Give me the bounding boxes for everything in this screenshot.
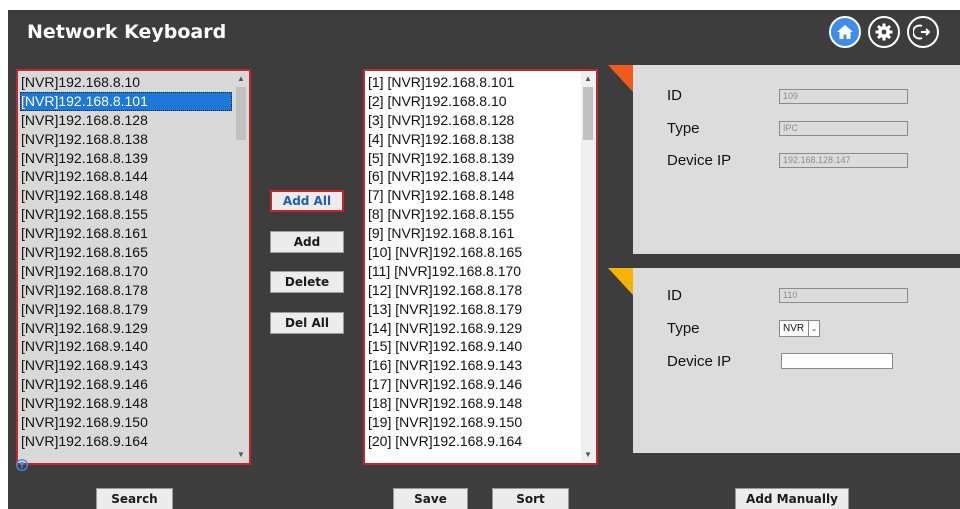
panel2-corner-marker (608, 268, 633, 295)
del-all-button[interactable]: Del All (270, 312, 344, 334)
added-device-list[interactable]: [1] [NVR]192.168.8.101 [2] [NVR]192.168.8… (363, 69, 598, 465)
type-field: IPC (779, 121, 908, 136)
sort-button[interactable]: Sort (492, 488, 569, 509)
device-list-items: [NVR]192.168.8.10 [NVR]192.168.8.101 [NVR]… (20, 73, 232, 461)
list-item[interactable]: [NVR]192.168.9.150 (20, 413, 232, 432)
search-button[interactable]: Search (96, 488, 173, 509)
logout-icon (913, 24, 931, 40)
id-label: ID (667, 87, 682, 104)
home-icon (837, 25, 853, 39)
logout-button[interactable] (907, 16, 939, 48)
top-toolbar (829, 16, 939, 48)
list-item[interactable]: [3] [NVR]192.168.8.128 (367, 111, 579, 130)
add-button[interactable]: Add (270, 231, 344, 253)
settings-button[interactable] (868, 16, 900, 48)
type-select-value: NVR (783, 323, 805, 334)
list-item[interactable]: [NVR]192.168.8.138 (20, 130, 232, 149)
list-item[interactable]: [13] [NVR]192.168.8.179 (367, 300, 579, 319)
list-item[interactable]: [NVR]192.168.8.155 (20, 205, 232, 224)
manual-add-panel: ID 110 Type NVR ⌄ Device IP (633, 268, 960, 453)
chevron-down-icon[interactable]: ⌄ (808, 321, 819, 336)
device-ip-label: Device IP (667, 353, 732, 370)
list-item[interactable]: [10] [NVR]192.168.8.165 (367, 243, 579, 262)
list-item[interactable]: [NVR]192.168.8.144 (20, 167, 232, 186)
help-icon[interactable] (16, 459, 28, 471)
device-ip-label: Device IP (667, 152, 732, 169)
list-item[interactable]: [NVR]192.168.8.179 (20, 300, 232, 319)
add-manually-button[interactable]: Add Manually (735, 488, 849, 509)
device-list[interactable]: [NVR]192.168.8.10 [NVR]192.168.8.101 [NVR]… (16, 69, 251, 465)
home-button[interactable] (829, 16, 861, 48)
list-item[interactable]: [NVR]192.168.8.128 (20, 111, 232, 130)
device-info-panel: ID 109 Type IPC Device IP 192.168.128.14… (633, 65, 960, 254)
list-item[interactable]: [17] [NVR]192.168.9.146 (367, 375, 579, 394)
list-item[interactable]: [15] [NVR]192.168.9.140 (367, 337, 579, 356)
id-field: 109 (779, 89, 908, 104)
list-item[interactable]: [NVR]192.168.8.170 (20, 262, 232, 281)
list-item[interactable]: [NVR]192.168.8.148 (20, 186, 232, 205)
list-item[interactable]: [5] [NVR]192.168.8.139 (367, 149, 579, 168)
list-item[interactable]: [8] [NVR]192.168.8.155 (367, 205, 579, 224)
device-ip-field: 192.168.128.147 (779, 153, 908, 168)
scroll-down-icon[interactable]: ▼ (234, 448, 248, 462)
scroll-thumb[interactable] (236, 87, 246, 140)
list-item[interactable]: [20] [NVR]192.168.9.164 (367, 432, 579, 451)
list-item[interactable]: [NVR]192.168.8.165 (20, 243, 232, 262)
type-label: Type (667, 320, 700, 337)
list-item[interactable]: [NVR]192.168.9.143 (20, 356, 232, 375)
list-item[interactable]: [NVR]192.168.8.10 (20, 73, 232, 92)
type-label: Type (667, 120, 700, 137)
device-list-scrollbar[interactable]: ▲ ▼ (234, 72, 248, 462)
list-item[interactable]: [NVR]192.168.9.129 (20, 319, 232, 338)
list-item[interactable]: [7] [NVR]192.168.8.148 (367, 186, 579, 205)
list-item[interactable]: [12] [NVR]192.168.8.178 (367, 281, 579, 300)
app-window: Network Keyboard [NVR]192.168.8.10 [NVR]… (8, 10, 960, 509)
added-list-scrollbar[interactable]: ▲ ▼ (581, 72, 595, 462)
scroll-up-icon[interactable]: ▲ (234, 72, 248, 86)
scroll-thumb[interactable] (583, 87, 593, 140)
list-item[interactable]: [NVR]192.168.9.164 (20, 432, 232, 451)
added-list-items: [1] [NVR]192.168.8.101 [2] [NVR]192.168.8… (367, 73, 579, 461)
list-item[interactable]: [14] [NVR]192.168.9.129 (367, 319, 579, 338)
id-label: ID (667, 287, 682, 304)
list-item[interactable]: [16] [NVR]192.168.9.143 (367, 356, 579, 375)
panel1-corner-marker (608, 65, 633, 92)
delete-button[interactable]: Delete (270, 271, 344, 293)
list-item[interactable]: [18] [NVR]192.168.9.148 (367, 394, 579, 413)
list-item[interactable]: [11] [NVR]192.168.8.170 (367, 262, 579, 281)
scroll-down-icon[interactable]: ▼ (581, 448, 595, 462)
list-item[interactable]: [6] [NVR]192.168.8.144 (367, 167, 579, 186)
list-item[interactable]: [NVR]192.168.8.161 (20, 224, 232, 243)
list-item[interactable]: [19] [NVR]192.168.9.150 (367, 413, 579, 432)
save-button[interactable]: Save (393, 488, 468, 509)
page-title: Network Keyboard (27, 21, 227, 43)
list-item[interactable]: [9] [NVR]192.168.8.161 (367, 224, 579, 243)
list-item[interactable]: [1] [NVR]192.168.8.101 (367, 73, 579, 92)
scroll-up-icon[interactable]: ▲ (581, 72, 595, 86)
device-ip-input[interactable] (781, 353, 893, 369)
id-field[interactable]: 110 (779, 288, 908, 303)
list-item[interactable]: [NVR]192.168.9.140 (20, 337, 232, 356)
gear-icon (875, 23, 893, 41)
list-item[interactable]: [NVR]192.168.9.148 (20, 394, 232, 413)
list-item[interactable]: [NVR]192.168.8.139 (20, 149, 232, 168)
type-select[interactable]: NVR ⌄ (779, 320, 820, 337)
list-item[interactable]: [NVR]192.168.9.146 (20, 375, 232, 394)
list-item[interactable]: [4] [NVR]192.168.8.138 (367, 130, 579, 149)
add-all-button[interactable]: Add All (270, 190, 344, 212)
list-item[interactable]: [NVR]192.168.8.101 (20, 91, 232, 111)
list-item[interactable]: [2] [NVR]192.168.8.10 (367, 92, 579, 111)
list-item[interactable]: [NVR]192.168.8.178 (20, 281, 232, 300)
